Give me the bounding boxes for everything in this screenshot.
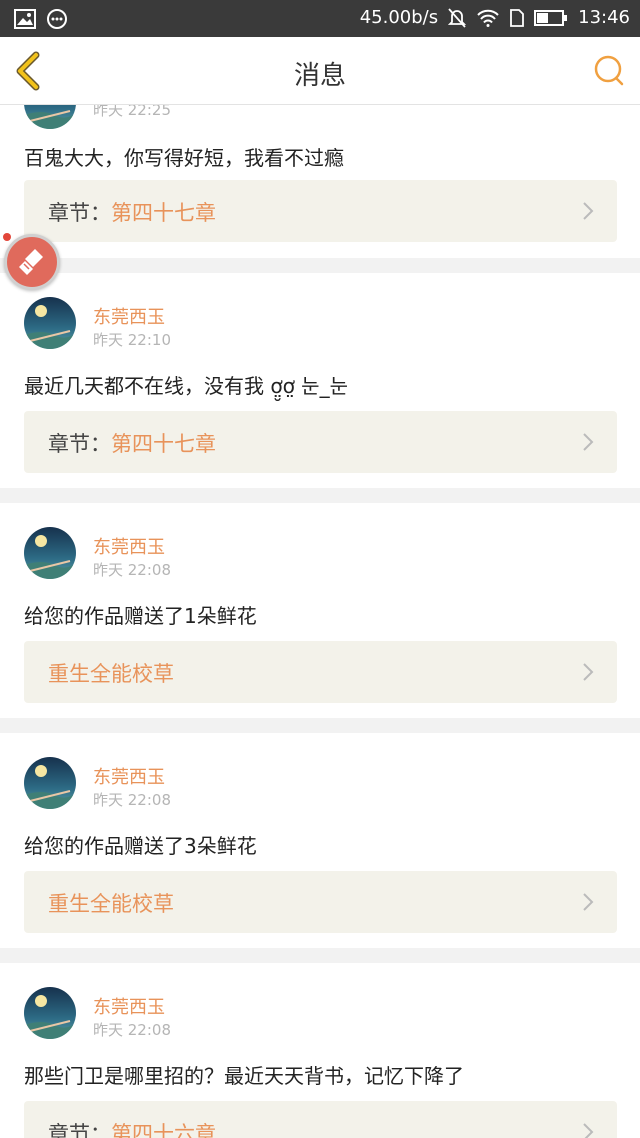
message-card: 昨天 22:25 百鬼大大，你写得好短，我看不过瘾 章节：第四十七章 — [0, 105, 640, 258]
ref-prefix: 章节： — [48, 432, 111, 456]
post-time: 昨天 22:08 — [93, 791, 171, 809]
ref-value: 重生全能校草 — [48, 892, 174, 916]
floating-clean-button[interactable] — [4, 234, 60, 290]
message-text: 给您的作品赠送了1朵鲜花 — [24, 604, 257, 628]
search-button[interactable] — [592, 53, 626, 87]
chapter-link[interactable]: 章节：第四十七章 — [24, 180, 617, 242]
ref-value: 第四十七章 — [111, 432, 216, 456]
sim-icon — [510, 8, 525, 27]
avatar[interactable] — [24, 987, 76, 1039]
message-text: 最近几天都不在线，没有我 ơ̤̮ơ̤ 눈_눈 — [24, 374, 348, 398]
chevron-right-icon — [583, 893, 594, 911]
network-speed: 45.00b/s — [359, 7, 439, 28]
clock: 13:46 — [578, 7, 630, 28]
ref-prefix: 章节： — [48, 201, 111, 225]
message-list[interactable]: 昨天 22:25 百鬼大大，你写得好短，我看不过瘾 章节：第四十七章 东莞西玉 … — [0, 105, 640, 1138]
post-time: 昨天 22:08 — [93, 561, 171, 579]
ref-value: 重生全能校草 — [48, 662, 174, 686]
work-link[interactable]: 重生全能校草 — [24, 641, 617, 703]
ref-value: 第四十六章 — [111, 1122, 216, 1138]
wifi-icon — [476, 9, 500, 27]
battery-icon — [534, 9, 568, 27]
user-name[interactable]: 东莞西玉 — [93, 763, 165, 789]
post-time: 昨天 22:08 — [93, 1021, 171, 1039]
post-time: 昨天 22:25 — [93, 105, 171, 119]
post-time: 昨天 22:10 — [93, 331, 171, 349]
message-card: 东莞西玉 昨天 22:08 给您的作品赠送了3朵鲜花 重生全能校草 — [0, 733, 640, 948]
chevron-right-icon — [583, 1123, 594, 1138]
message-text: 百鬼大大，你写得好短，我看不过瘾 — [24, 146, 344, 170]
ref-prefix: 章节： — [48, 1122, 111, 1138]
nav-bar: 消息 — [0, 37, 640, 105]
broom-icon — [19, 249, 43, 275]
user-name[interactable]: 东莞西玉 — [93, 993, 165, 1019]
avatar[interactable] — [24, 757, 76, 809]
mute-icon — [448, 7, 467, 28]
message-card: 东莞西玉 昨天 22:08 给您的作品赠送了1朵鲜花 重生全能校草 — [0, 503, 640, 718]
avatar[interactable] — [24, 297, 76, 349]
message-card: 东莞西玉 昨天 22:08 那些门卫是哪里招的？最近天天背书，记忆下降了 章节：… — [0, 963, 640, 1138]
user-name[interactable]: 东莞西玉 — [93, 303, 165, 329]
ref-value: 第四十七章 — [111, 201, 216, 225]
image-notification-icon — [14, 9, 36, 33]
avatar[interactable] — [24, 527, 76, 579]
message-text: 给您的作品赠送了3朵鲜花 — [24, 834, 257, 858]
search-icon — [594, 55, 624, 86]
user-name[interactable]: 东莞西玉 — [93, 533, 165, 559]
chat-notification-icon — [46, 8, 68, 34]
status-bar: 45.00b/s 13:46 — [0, 0, 640, 37]
message-card: 东莞西玉 昨天 22:10 最近几天都不在线，没有我 ơ̤̮ơ̤ 눈_눈 章节：… — [0, 273, 640, 488]
work-link[interactable]: 重生全能校草 — [24, 871, 617, 933]
chapter-link[interactable]: 章节：第四十六章 — [24, 1101, 617, 1138]
avatar[interactable] — [24, 105, 76, 129]
chevron-right-icon — [583, 433, 594, 451]
message-text: 那些门卫是哪里招的？最近天天背书，记忆下降了 — [24, 1064, 464, 1088]
page-title: 消息 — [293, 61, 346, 91]
chevron-right-icon — [583, 202, 594, 220]
chapter-link[interactable]: 章节：第四十七章 — [24, 411, 617, 473]
chevron-right-icon — [583, 663, 594, 681]
